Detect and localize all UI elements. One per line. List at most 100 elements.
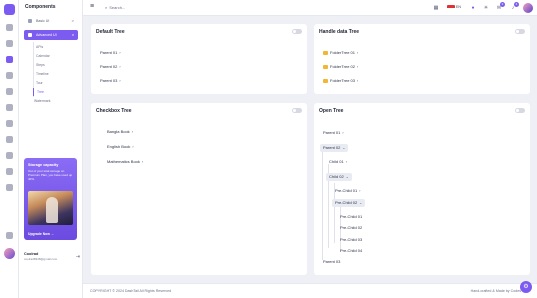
folder-icon bbox=[323, 50, 328, 55]
tree-leaf[interactable]: Pre-Child 01 bbox=[340, 213, 362, 221]
apps-icon[interactable] bbox=[6, 40, 13, 47]
checkbox-tree-card: Checkbox Tree Bangla Book › English Book ›… bbox=[91, 103, 307, 275]
settings-fab-icon[interactable]: ⚙ bbox=[520, 281, 532, 293]
tree-node-label: Pre-Child 01 bbox=[335, 188, 358, 193]
sidebar: Components Basic UI > Advanced UI v APIs… bbox=[19, 0, 83, 298]
code-toggle[interactable] bbox=[515, 29, 525, 34]
notifications-icon[interactable]: ♪ 4 bbox=[509, 2, 519, 12]
user-email: coolrad8348@gmail.com bbox=[24, 257, 58, 261]
top-bar: ≡ ⌕ Search... ▦ EN ● ☀ ✉ 3 ♪ 4 bbox=[83, 0, 537, 16]
tree-node-label: Parent 02 bbox=[323, 145, 341, 150]
tree-node-label: Child 02 bbox=[329, 174, 344, 179]
messages-badge: 3 bbox=[500, 2, 505, 7]
tree-node[interactable]: Mathematics Book › bbox=[107, 158, 143, 166]
user-profile: Coolrad coolrad8348@gmail.com ⇥ bbox=[24, 252, 80, 261]
basic-ui-icon bbox=[28, 19, 32, 23]
menu-toggle-icon[interactable]: ≡ bbox=[90, 3, 94, 10]
charts-icon[interactable] bbox=[6, 88, 13, 95]
sidebar-subitem-tour[interactable]: Tour bbox=[33, 79, 43, 87]
tree-node[interactable]: Parent 01 › bbox=[100, 49, 121, 57]
tree-leaf[interactable]: Pre-Child 02 bbox=[340, 224, 362, 232]
tree-node[interactable]: FolderTree 03 › bbox=[323, 77, 358, 85]
tree-node[interactable]: Parent 03 › bbox=[100, 77, 121, 85]
tree-node-label: FolderTree 02 bbox=[330, 64, 355, 69]
sidebar-item-advanced-ui[interactable]: Advanced UI v bbox=[24, 30, 78, 40]
tree-leaf[interactable]: Pre-Child 04 bbox=[340, 247, 362, 255]
tree-node-label: Parent 02 bbox=[100, 64, 118, 69]
chevron-right-icon: › bbox=[131, 130, 133, 134]
user-avatar[interactable] bbox=[523, 3, 533, 13]
tree-node-parent-03[interactable]: Parent 03 bbox=[323, 258, 340, 266]
maps-icon[interactable] bbox=[6, 168, 13, 175]
messages-icon[interactable]: ✉ 3 bbox=[495, 2, 505, 12]
tree-node-label: Parent 01 bbox=[100, 50, 118, 55]
tree-node-label: Pre-Child 02 bbox=[335, 200, 358, 205]
settings-icon[interactable] bbox=[6, 232, 13, 239]
chevron-right-icon: › bbox=[356, 79, 359, 83]
tree-node-parent-02[interactable]: Parent 02 ⌄ bbox=[320, 144, 349, 152]
sidebar-subitem-calendar[interactable]: Calendar bbox=[33, 52, 50, 60]
tree-node-child-01[interactable]: Child 01 › bbox=[329, 158, 347, 166]
sidebar-subitem-steps[interactable]: Steps bbox=[33, 61, 45, 69]
icon-rail bbox=[0, 0, 19, 298]
search-input[interactable]: ⌕ Search... bbox=[105, 3, 195, 12]
chevron-right-icon: › bbox=[359, 189, 361, 193]
chevron-right-icon: › bbox=[345, 160, 347, 164]
chevron-right-icon: › bbox=[119, 51, 121, 55]
tree-node[interactable]: FolderTree 01 › bbox=[323, 49, 358, 57]
default-tree-card: Default Tree Parent 01 › Parent 02 › Paren… bbox=[91, 24, 307, 94]
logout-icon[interactable]: ⇥ bbox=[76, 254, 80, 260]
theme-icon[interactable]: ● bbox=[469, 4, 477, 12]
code-toggle[interactable] bbox=[515, 108, 525, 113]
tree-node-pre-child-02[interactable]: Pre-Child 02 ⌄ bbox=[332, 199, 366, 207]
tree-node[interactable]: FolderTree 02 › bbox=[323, 63, 358, 71]
tree-node[interactable]: Bangla Book › bbox=[107, 128, 133, 136]
code-toggle[interactable] bbox=[292, 29, 302, 34]
chevron-right-icon: > bbox=[71, 18, 74, 23]
tree-node-label: FolderTree 01 bbox=[330, 50, 355, 55]
tree-node-pre-child-01[interactable]: Pre-Child 01 › bbox=[335, 187, 360, 195]
tree-node-label: Parent 01 bbox=[323, 130, 341, 135]
tree-node[interactable]: English Book › bbox=[107, 143, 134, 151]
tree-node-label: English Book bbox=[107, 144, 131, 149]
components-icon[interactable] bbox=[6, 56, 13, 63]
flag-icon[interactable] bbox=[447, 5, 455, 11]
widgets-icon[interactable] bbox=[6, 104, 13, 111]
code-toggle[interactable] bbox=[292, 108, 302, 113]
chevron-right-icon: › bbox=[342, 131, 344, 135]
sidebar-subitem-tree[interactable]: Tree bbox=[33, 88, 44, 96]
tree-node[interactable]: Parent 02 › bbox=[100, 63, 121, 71]
tree-node-label: Child 01 bbox=[329, 159, 344, 164]
handle-data-tree-card: Handle data Tree FolderTree 01 › FolderTr… bbox=[314, 24, 530, 94]
sidebar-subitem-apis[interactable]: APIs bbox=[33, 43, 43, 51]
chevron-right-icon: › bbox=[356, 51, 359, 55]
sun-icon[interactable]: ☀ bbox=[482, 4, 490, 12]
chevron-down-icon: ⌄ bbox=[345, 175, 349, 179]
sidebar-subitem-timeline[interactable]: Timeline bbox=[33, 70, 49, 78]
sidebar-subitem-watermark[interactable]: Watermark bbox=[31, 97, 50, 105]
card-title: Handle data Tree bbox=[319, 29, 360, 35]
tree-node-child-02[interactable]: Child 02 ⌄ bbox=[326, 173, 352, 181]
app-logo-icon[interactable] bbox=[4, 4, 15, 15]
open-tree-card: Open Tree Parent 01 › Parent 02 ⌄ Child 01… bbox=[314, 103, 530, 275]
documents-icon[interactable] bbox=[6, 72, 13, 79]
copyright-text: COPYRIGHT © 2024 DashTail All Rights Res… bbox=[90, 289, 172, 293]
rail-avatar[interactable] bbox=[4, 248, 15, 259]
chevron-right-icon: › bbox=[356, 65, 359, 69]
language-label[interactable]: EN bbox=[456, 5, 461, 9]
search-icon: ⌕ bbox=[105, 5, 108, 10]
forms-icon[interactable] bbox=[6, 120, 13, 127]
folder-icon bbox=[323, 64, 328, 69]
tree-leaf[interactable]: Pre-Child 03 bbox=[340, 236, 362, 244]
layers-icon[interactable] bbox=[6, 152, 13, 159]
send-icon[interactable] bbox=[6, 184, 13, 191]
user-name: Coolrad bbox=[24, 252, 39, 256]
apps-grid-icon[interactable]: ▦ bbox=[432, 4, 440, 12]
sidebar-item-basic-ui[interactable]: Basic UI > bbox=[24, 16, 78, 26]
tree-node-parent-01[interactable]: Parent 01 › bbox=[323, 129, 344, 137]
card-title: Default Tree bbox=[96, 29, 125, 35]
dashboard-icon[interactable] bbox=[6, 24, 13, 31]
upgrade-now-button[interactable]: Upgrade Now → bbox=[28, 232, 54, 236]
promo-image bbox=[28, 191, 73, 225]
tables-icon[interactable] bbox=[6, 136, 13, 143]
